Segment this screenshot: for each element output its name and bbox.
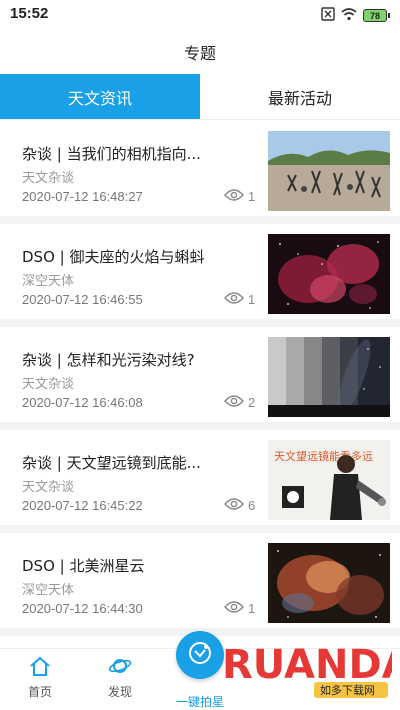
article-date: 2020-07-12 16:46:08 — [22, 395, 143, 410]
status-icons: 78 — [321, 6, 390, 24]
article-category: 深空天体 — [22, 274, 75, 289]
article-title: 杂谈 | 怎样和光污染对线? — [22, 351, 195, 369]
view-count: 1 — [248, 292, 256, 307]
star-camera-icon — [186, 639, 214, 671]
eye-icon — [224, 599, 244, 618]
article-category: 天文杂谈 — [22, 171, 75, 186]
ruandado-watermark: RUANDADO 如多下载网 — [222, 632, 400, 702]
status-bar: 15:52 78 — [0, 0, 400, 30]
view-count: 2 — [248, 395, 256, 410]
article-date: 2020-07-12 16:45:22 — [22, 498, 143, 513]
sim-x-icon — [321, 6, 335, 25]
status-time: 15:52 — [10, 5, 49, 22]
article-list: 杂谈 | 当我们的相机指向... 天文杂谈 2020-07-12 16:48:2… — [0, 121, 400, 636]
nav-discover[interactable]: 发现 — [90, 655, 150, 700]
view-counter: 6 — [224, 496, 255, 515]
watermark-brand: RUANDADO — [222, 642, 392, 688]
tab-astronomy-news[interactable]: 天文资讯 — [0, 74, 200, 119]
view-counter: 2 — [224, 393, 255, 412]
home-icon — [28, 656, 52, 681]
planet-icon — [108, 659, 132, 681]
article-thumbnail[interactable] — [268, 234, 390, 314]
article-title: DSO | 御夫座的火焰与蝌蚪 — [22, 248, 205, 266]
article-thumbnail[interactable]: 天文望远镜能看多远 — [268, 440, 390, 520]
page-title: 专题 — [183, 44, 216, 63]
view-count: 6 — [248, 498, 256, 513]
view-counter: 1 — [224, 599, 255, 618]
article-category: 深空天体 — [22, 583, 75, 598]
nav-discover-label: 发现 — [107, 685, 132, 699]
eye-icon — [224, 496, 244, 515]
view-count: 1 — [248, 601, 256, 616]
nav-home[interactable]: 首页 — [10, 655, 70, 700]
nav-home-label: 首页 — [27, 685, 52, 699]
article-category: 天文杂谈 — [22, 377, 75, 392]
eye-icon — [224, 393, 244, 412]
list-item[interactable]: 杂谈 | 怎样和光污染对线? 天文杂谈 2020-07-12 16:46:08 … — [0, 327, 400, 430]
article-title: 杂谈 | 当我们的相机指向... — [22, 145, 201, 163]
watermark-sub: 如多下载网 — [320, 683, 375, 697]
battery-level: 78 — [363, 8, 387, 22]
camera-fab-button[interactable] — [176, 631, 224, 679]
article-date: 2020-07-12 16:44:30 — [22, 601, 143, 616]
list-item[interactable]: DSO | 北美洲星云 深空天体 2020-07-12 16:44:30 1 — [0, 533, 400, 636]
view-counter: 1 — [224, 187, 255, 206]
tab-bar: 天文资讯 最新活动 — [0, 74, 400, 120]
battery-icon: 78 — [363, 8, 390, 22]
eye-icon — [224, 187, 244, 206]
eye-icon — [224, 290, 244, 309]
article-title: 杂谈 | 天文望远镜到底能... — [22, 454, 201, 472]
article-date: 2020-07-12 16:46:55 — [22, 292, 143, 307]
view-counter: 1 — [224, 290, 255, 309]
article-title: DSO | 北美洲星云 — [22, 557, 145, 575]
list-item[interactable]: 杂谈 | 天文望远镜到底能... 天文杂谈 2020-07-12 16:45:2… — [0, 430, 400, 533]
tab-latest-events[interactable]: 最新活动 — [200, 74, 400, 119]
article-category: 天文杂谈 — [22, 480, 75, 495]
list-item[interactable]: 杂谈 | 当我们的相机指向... 天文杂谈 2020-07-12 16:48:2… — [0, 121, 400, 224]
list-item[interactable]: DSO | 御夫座的火焰与蝌蚪 深空天体 2020-07-12 16:46:55… — [0, 224, 400, 327]
article-date: 2020-07-12 16:48:27 — [22, 189, 143, 204]
wifi-icon — [341, 6, 357, 25]
article-thumbnail[interactable] — [268, 543, 390, 623]
header: 专题 — [0, 30, 400, 72]
thumb-poster-text: 天文望远镜能看多远 — [274, 449, 373, 463]
article-thumbnail[interactable] — [268, 337, 390, 417]
article-thumbnail[interactable] — [268, 131, 390, 211]
view-count: 1 — [248, 189, 256, 204]
